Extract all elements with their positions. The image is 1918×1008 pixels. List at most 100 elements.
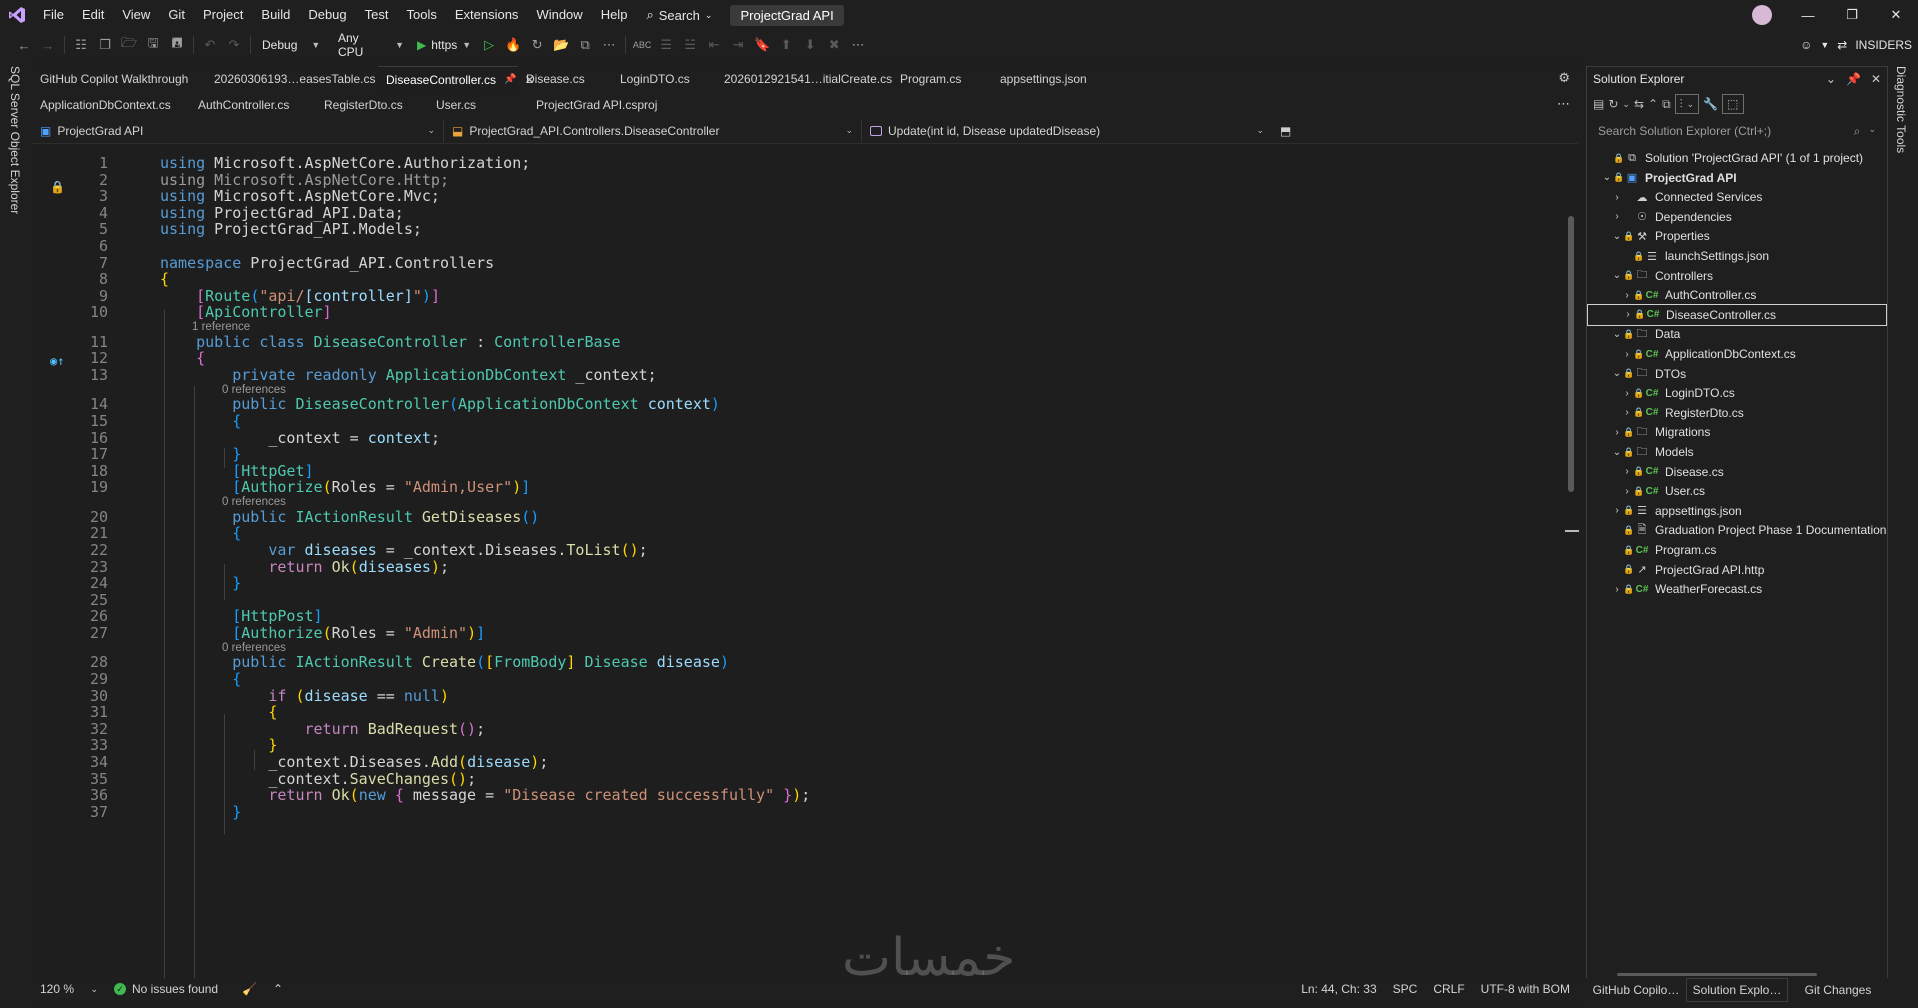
pending-changes-icon[interactable]: ↻ (1608, 97, 1618, 111)
show-all-files-icon[interactable]: ⧉ (1662, 97, 1671, 112)
document-tab[interactable]: RegisterDto.cs (316, 92, 428, 118)
visual-studio-logo-icon[interactable] (0, 0, 34, 30)
expand-chevron-icon[interactable]: › (1611, 584, 1623, 595)
solution-platform-select[interactable]: Any CPU ▼ (331, 31, 411, 59)
menu-tools[interactable]: Tools (397, 0, 445, 30)
expand-chevron-icon[interactable]: › (1611, 192, 1623, 203)
filter-dropdown[interactable]: ⫶ ⌄ (1674, 94, 1700, 114)
pin-icon[interactable]: 📌 (504, 67, 516, 93)
properties-wrench-icon[interactable]: 🔧 (1703, 97, 1718, 111)
minimize-button[interactable]: — (1786, 0, 1830, 30)
document-tab[interactable]: User.cs (428, 92, 528, 118)
vertical-scrollbar[interactable] (1564, 146, 1579, 978)
start-without-debugging-icon[interactable]: ▷ (477, 33, 501, 57)
switch-views-icon[interactable]: ▤ (1593, 97, 1604, 111)
zoom-select[interactable]: 120 % ⌄ (32, 982, 106, 996)
tree-item[interactable]: › 🔒 C# WeatherForecast.cs (1587, 578, 1887, 600)
collapse-chevron-icon[interactable]: ⌄ (1611, 231, 1623, 242)
document-tab[interactable]: ApplicationDbContext.cs (32, 92, 190, 118)
document-tab[interactable]: Disease.cs (518, 66, 612, 92)
document-tab[interactable]: DiseaseController.cs 📌 ✕ (378, 66, 535, 93)
expand-chevron-icon[interactable]: › (1611, 505, 1623, 516)
save-icon[interactable]: 🖫 (141, 33, 165, 57)
browser-link-icon[interactable]: ⧉ (573, 33, 597, 57)
collapse-chevron-icon[interactable]: ⌄ (1611, 329, 1623, 340)
sql-server-object-explorer-tab[interactable]: SQL Server Object Explorer (8, 66, 22, 214)
restore-button[interactable]: ❐ (1830, 0, 1874, 30)
save-all-icon[interactable]: 🖪 (165, 33, 189, 57)
class-dropdown[interactable]: ⬓ ProjectGrad_API.Controllers.DiseaseCont… (444, 119, 862, 142)
expand-chevron-icon[interactable]: › (1611, 427, 1623, 438)
document-tab[interactable]: Program.cs (892, 66, 992, 92)
account-avatar[interactable] (1752, 5, 1772, 25)
hot-reload-icon[interactable]: 🔥 (501, 33, 525, 57)
start-debugging-button[interactable]: ▶ https ▼ (411, 38, 477, 52)
collapse-chevron-icon[interactable]: ⌄ (1611, 270, 1623, 281)
code-line[interactable]: 10 [ApiController] (32, 303, 1564, 323)
back-navigate-icon[interactable]: ← (12, 33, 36, 57)
horizontal-scrollbar[interactable] (1617, 973, 1817, 976)
copilot-icon[interactable]: ☺ (1800, 38, 1812, 52)
prev-bookmark-icon[interactable]: ⬆ (774, 33, 798, 57)
document-tab[interactable]: LoginDTO.cs (612, 66, 716, 92)
collapse-chevron-icon[interactable]: ⌄ (1611, 368, 1623, 379)
panel-tab[interactable]: GitHub Copilo… (1586, 978, 1686, 1002)
code-editor[interactable]: 1 using Microsoft.AspNetCore.Authorizatio… (32, 146, 1564, 978)
panel-tab[interactable]: Solution Explo… (1686, 978, 1788, 1002)
menu-git[interactable]: Git (159, 0, 194, 30)
uncomment-icon[interactable]: ☱ (678, 33, 702, 57)
collapse-chevron-icon[interactable]: ⌄ (1601, 172, 1613, 183)
project-dropdown[interactable]: ▣ ProjectGrad API ⌄ (32, 119, 444, 142)
document-tab[interactable]: 20260306193…easesTable.cs (206, 66, 378, 92)
expand-chevron-icon[interactable]: › (1611, 211, 1623, 222)
expand-chevron-icon[interactable]: › (1621, 486, 1633, 497)
whitespace-mode[interactable]: SPC (1385, 982, 1426, 996)
expand-chevron-icon[interactable]: › (1621, 466, 1633, 477)
code-line[interactable]: 37 } (32, 803, 1564, 823)
expand-chevron-icon[interactable]: › (1621, 349, 1633, 360)
chevron-down-icon[interactable]: ⌄ (1622, 99, 1630, 110)
panel-tab[interactable]: Git Changes (1788, 978, 1888, 1002)
undo-icon[interactable]: ↶ (198, 33, 222, 57)
issues-indicator[interactable]: ✓ No issues found (106, 982, 226, 996)
menu-test[interactable]: Test (356, 0, 398, 30)
spell-check-icon[interactable]: ABC (630, 33, 654, 57)
comment-icon[interactable]: ☰ (654, 33, 678, 57)
menu-view[interactable]: View (113, 0, 159, 30)
browse-folder-icon[interactable]: 📂 (549, 33, 573, 57)
codelens-glyph-icon[interactable]: ◉↑ (50, 354, 70, 368)
clear-bookmarks-icon[interactable]: ✖ (822, 33, 846, 57)
scrollbar-thumb[interactable] (1568, 216, 1574, 492)
menu-window[interactable]: Window (527, 0, 591, 30)
expand-chevron-icon[interactable]: › (1621, 407, 1633, 418)
sync-icon[interactable]: ⇆ (1634, 97, 1644, 111)
open-folder-icon[interactable]: 🗁 (117, 33, 141, 57)
menu-help[interactable]: Help (592, 0, 637, 30)
close-icon[interactable]: ✕ (1871, 72, 1881, 86)
refresh-icon[interactable]: ↻ (525, 33, 549, 57)
menu-extensions[interactable]: Extensions (446, 0, 528, 30)
member-dropdown[interactable]: Update(int id, Disease updatedDisease) ⌄ (862, 120, 1272, 142)
solution-explorer-search[interactable]: Search Solution Explorer (Ctrl+;) ⌕ ⌄ (1589, 119, 1885, 143)
redo-icon[interactable]: ↷ (222, 33, 246, 57)
document-tab[interactable]: 2026012921541…itialCreate.cs (716, 66, 892, 92)
new-file-icon[interactable]: ❐ (93, 33, 117, 57)
menu-build[interactable]: Build (252, 0, 299, 30)
new-project-icon[interactable]: ☷ (69, 33, 93, 57)
chevron-down-icon[interactable]: ⌄ (1826, 72, 1836, 86)
next-bookmark-icon[interactable]: ⬇ (798, 33, 822, 57)
split-editor-icon[interactable]: ⬒ (1280, 124, 1291, 138)
indent-icon[interactable]: ⇥ (726, 33, 750, 57)
menu-file[interactable]: File (34, 0, 73, 30)
line-ending[interactable]: CRLF (1425, 982, 1472, 996)
file-encoding[interactable]: UTF-8 with BOM (1473, 982, 1578, 996)
chevron-down-icon[interactable]: ▼ (1820, 40, 1829, 50)
document-tab[interactable]: GitHub Copilot Walkthrough (32, 66, 206, 92)
collapse-all-icon[interactable]: ⌃ (1648, 97, 1658, 111)
cursor-position[interactable]: Ln: 44, Ch: 33 (1293, 982, 1384, 996)
diagnostic-tools-tab[interactable]: Diagnostic Tools (1894, 66, 1908, 153)
tab-settings-icon[interactable]: ⚙ (1558, 70, 1570, 86)
more-options-icon[interactable]: ⋯ (846, 33, 870, 57)
tab-overflow-icon[interactable]: ⋯ (1557, 96, 1570, 112)
collapse-chevron-icon[interactable]: ⌄ (1611, 447, 1623, 458)
